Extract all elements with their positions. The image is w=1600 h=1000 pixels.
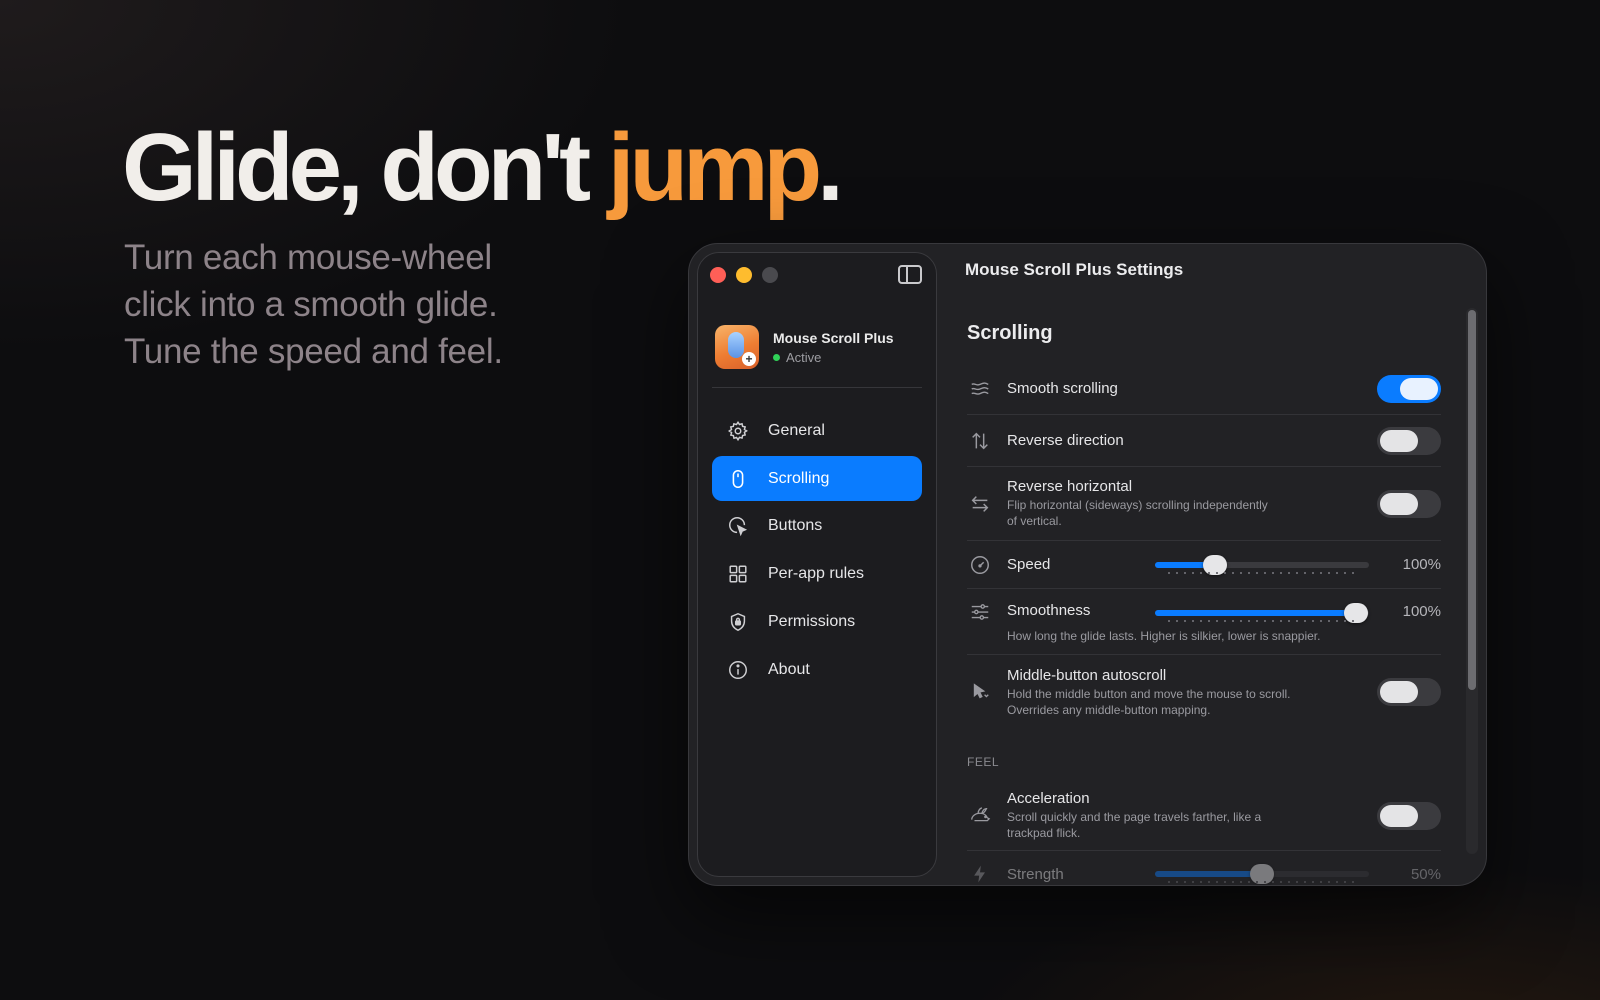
sidebar-item-scrolling[interactable]: Scrolling <box>712 456 922 501</box>
reverse-direction-toggle[interactable] <box>1377 426 1441 455</box>
strength-slider[interactable] <box>1155 864 1369 884</box>
sliders-icon <box>967 601 993 623</box>
hero-title-accent: jump <box>607 114 822 221</box>
setting-reverse-direction: Reverse direction <box>967 415 1441 467</box>
sidebar-nav: General Scrolling Buttons Per-app rules <box>712 408 922 695</box>
setting-description: How long the glide lasts. Higher is silk… <box>1007 629 1321 643</box>
sidebar-item-label: Permissions <box>768 613 856 630</box>
setting-description: Flip horizontal (sideways) scrolling ind… <box>1007 498 1268 512</box>
setting-label: Smooth scrolling <box>1007 380 1118 397</box>
section-header-feel: FEEL <box>967 755 1000 769</box>
section-title-scrolling: Scrolling <box>967 322 1053 344</box>
slider-ticks <box>1165 881 1359 883</box>
speed-slider[interactable] <box>1155 554 1369 575</box>
app-card: + Mouse Scroll Plus Active <box>715 325 894 369</box>
zoom-button[interactable] <box>762 267 778 283</box>
hero-subtitle-line: Tune the speed and feel. <box>124 332 503 371</box>
toggle-knob <box>1380 681 1418 703</box>
sidebar-item-label: General <box>768 422 825 439</box>
acceleration-toggle[interactable] <box>1377 801 1441 830</box>
sidebar-toggle-icon[interactable] <box>898 265 922 284</box>
window-controls <box>710 267 778 283</box>
shield-lock-icon <box>726 610 750 634</box>
app-status-label: Active <box>786 349 822 365</box>
toggle-knob <box>1380 429 1418 452</box>
sidebar-item-label: Scrolling <box>768 469 830 487</box>
setting-label: Reverse horizontal <box>1007 478 1133 495</box>
smoothness-slider[interactable] <box>1155 603 1369 623</box>
setting-reverse-horizontal: Reverse horizontal Flip horizontal (side… <box>967 467 1441 541</box>
sidebar-divider <box>712 387 922 388</box>
lightning-icon <box>967 863 993 885</box>
hero-title-end: . <box>817 114 844 221</box>
setting-description: of vertical. <box>1007 514 1062 528</box>
app-name: Mouse Scroll Plus <box>773 329 894 346</box>
window-title: Mouse Scroll Plus Settings <box>965 260 1184 279</box>
setting-strength: Strength 50% <box>967 851 1441 885</box>
setting-description: Scroll quickly and the page travels fart… <box>1007 810 1262 824</box>
gear-icon <box>726 419 750 443</box>
strength-value: 50% <box>1410 865 1441 883</box>
rabbit-icon <box>967 805 993 827</box>
setting-speed: Speed 100% <box>967 541 1441 589</box>
sidebar-item-label: Per-app rules <box>768 565 865 582</box>
sidebar-item-per-app-rules[interactable]: Per-app rules <box>712 551 922 597</box>
arrows-horizontal-icon <box>967 493 993 515</box>
close-button[interactable] <box>710 267 726 283</box>
sidebar-item-permissions[interactable]: Permissions <box>712 599 922 645</box>
hero-subtitle-line: click into a smooth glide. <box>124 285 498 324</box>
app-icon: + <box>715 325 759 369</box>
grid-icon <box>726 562 750 586</box>
slider-fill <box>1155 610 1357 616</box>
scrollbar-thumb[interactable] <box>1468 310 1476 690</box>
mouse-glyph-icon <box>728 332 744 358</box>
smoothness-value: 100% <box>1402 603 1441 620</box>
setting-acceleration: Acceleration Scroll quickly and the page… <box>967 781 1441 851</box>
speed-value: 100% <box>1402 556 1441 573</box>
slider-ticks <box>1165 620 1359 622</box>
setting-label: Acceleration <box>1007 790 1090 807</box>
toggle-knob <box>1400 377 1438 400</box>
toggle-knob <box>1380 492 1418 515</box>
cursor-click-icon <box>726 514 750 538</box>
status-dot-icon <box>773 353 780 361</box>
middle-autoscroll-toggle[interactable] <box>1377 678 1441 706</box>
sidebar-item-about[interactable]: About <box>712 647 922 693</box>
setting-description: trackpad flick. <box>1007 826 1081 840</box>
speedometer-icon <box>967 554 993 576</box>
plus-badge-icon: + <box>742 352 756 366</box>
minimize-button[interactable] <box>736 267 752 283</box>
setting-smoothness: Smoothness How long the glide lasts. Hig… <box>967 589 1441 655</box>
sidebar-item-general[interactable]: General <box>712 408 922 454</box>
sidebar-item-buttons[interactable]: Buttons <box>712 503 922 549</box>
setting-description: Hold the middle button and move the mous… <box>1007 686 1291 701</box>
hero-title: Glide, don't jump. <box>122 117 844 219</box>
mouse-icon <box>726 467 750 491</box>
hero-subtitle-line: Turn each mouse-wheel <box>124 238 492 277</box>
sidebar: + Mouse Scroll Plus Active General Scrol… <box>697 252 937 877</box>
content-scrollbar[interactable] <box>1466 308 1478 854</box>
sidebar-item-label: Buttons <box>768 517 823 534</box>
hero-title-main: Glide, don't <box>122 114 608 221</box>
arrows-vertical-icon <box>967 430 993 452</box>
smooth-scrolling-toggle[interactable] <box>1377 374 1441 403</box>
setting-label: Reverse direction <box>1007 432 1124 449</box>
setting-label: Middle-button autoscroll <box>1007 666 1167 684</box>
waves-icon <box>967 378 993 400</box>
hero-subtitle: Turn each mouse-wheel click into a smoot… <box>124 234 594 375</box>
toggle-knob <box>1380 804 1418 827</box>
settings-content: Scrolling Smooth scrolling Reverse direc… <box>967 322 1441 885</box>
sidebar-item-label: About <box>768 661 810 678</box>
settings-window: + Mouse Scroll Plus Active General Scrol… <box>688 243 1487 886</box>
info-icon <box>726 658 750 682</box>
setting-smooth-scrolling: Smooth scrolling <box>967 363 1441 415</box>
setting-description: Overrides any middle-button mapping. <box>1007 702 1211 717</box>
autoscroll-cursor-icon <box>967 681 993 703</box>
app-status: Active <box>773 350 894 365</box>
reverse-horizontal-toggle[interactable] <box>1377 489 1441 518</box>
slider-ticks <box>1165 571 1359 574</box>
setting-middle-autoscroll: Middle-button autoscroll Hold the middle… <box>967 655 1441 729</box>
slider-fill <box>1155 871 1262 877</box>
